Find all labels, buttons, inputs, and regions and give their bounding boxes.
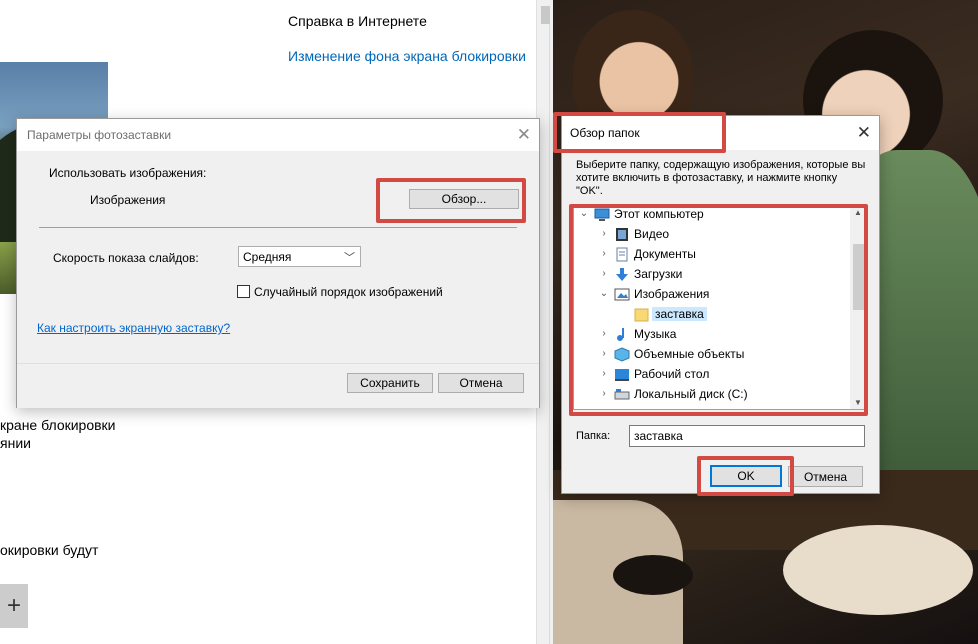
tree-node-desktop[interactable]: › Рабочий стол (598, 366, 843, 384)
tree-node-documents[interactable]: › Документы (598, 246, 843, 264)
tree-node-label: Изображения (634, 287, 710, 301)
folder-icon (634, 308, 649, 322)
folder-label: Папка: (576, 430, 611, 442)
slide-speed-select[interactable]: Средняя ﹀ (238, 246, 361, 267)
tree-node-3d-objects[interactable]: › Объемные объекты (598, 346, 843, 364)
separator (39, 227, 517, 228)
downloads-folder-icon (616, 268, 628, 281)
scroll-thumb[interactable] (853, 244, 864, 310)
save-button[interactable]: Сохранить (347, 373, 433, 393)
computer-icon (594, 208, 610, 221)
add-button[interactable]: + (0, 584, 28, 628)
settings-text-2: янии (0, 435, 31, 451)
tree-scrollbar[interactable]: ▲ ▼ (850, 206, 867, 409)
tree-node-video[interactable]: › Видео (598, 226, 843, 244)
expand-icon[interactable]: › (598, 368, 610, 379)
tree-node-pictures[interactable]: ⌄ Изображения (598, 286, 843, 304)
tree-node-label: заставка (652, 307, 707, 321)
cancel-button[interactable]: Отмена (788, 466, 863, 487)
expand-icon[interactable]: › (598, 328, 610, 339)
tree-node-local-disk[interactable]: › Локальный диск (C:) (598, 386, 843, 404)
browse-button[interactable]: Обзор... (409, 189, 519, 209)
tree-node-label: Документы (634, 247, 696, 261)
dialog-title: Обзор папок (570, 126, 640, 140)
change-lockscreen-link[interactable]: Изменение фона экрана блокировки (288, 48, 526, 64)
dialog-titlebar: Параметры фотозаставки ✕ (17, 119, 539, 151)
use-images-label: Использовать изображения: (49, 166, 207, 180)
folder-tree[interactable]: ⌄ Этот компьютер › Видео › Документы › З… (573, 205, 868, 410)
video-folder-icon (616, 228, 628, 241)
dialog-titlebar: Обзор папок ✕ (562, 116, 879, 150)
screensaver-settings-dialog: Параметры фотозаставки ✕ Использовать из… (16, 118, 540, 408)
folder-input[interactable]: заставка (629, 425, 865, 447)
shuffle-checkbox[interactable] (237, 285, 250, 298)
music-folder-icon (617, 328, 624, 341)
tree-node-label: Локальный диск (C:) (634, 387, 748, 401)
cancel-button[interactable]: Отмена (438, 373, 524, 393)
scroll-down-icon[interactable]: ▼ (854, 398, 862, 407)
tree-node-label: Музыка (634, 327, 677, 341)
slide-speed-value: Средняя (243, 250, 292, 264)
close-icon[interactable]: ✕ (857, 123, 871, 143)
browse-instructions: Выберите папку, содержащую изображения, … (576, 159, 866, 197)
expand-icon[interactable]: › (598, 228, 610, 239)
3d-objects-folder-icon (614, 347, 630, 362)
dialog-title: Параметры фотозаставки (27, 128, 172, 142)
tree-node-label: Этот компьютер (614, 207, 704, 221)
dialog-footer: Сохранить Отмена (17, 363, 539, 408)
expand-icon[interactable]: › (598, 248, 610, 259)
settings-text-1: крaне блокировки (0, 417, 116, 433)
tree-node-downloads[interactable]: › Загрузки (598, 266, 843, 284)
expand-icon[interactable]: › (598, 268, 610, 279)
screensaver-help-link[interactable]: Как настроить экранную заставку? (37, 321, 230, 335)
tree-node-label: Рабочий стол (634, 367, 710, 381)
collapse-icon[interactable]: ⌄ (578, 208, 590, 219)
desktop-folder-icon (615, 369, 629, 381)
slide-speed-label: Скорость показа слайдов: (53, 251, 199, 265)
scroll-up-icon[interactable]: ▲ (854, 208, 862, 217)
documents-folder-icon (616, 247, 628, 262)
chevron-down-icon: ﹀ (344, 252, 355, 264)
pictures-folder-icon (614, 288, 630, 301)
help-section-title: Справка в Интернете (288, 13, 427, 29)
tree-node-label: Загрузки (634, 267, 683, 281)
close-icon[interactable]: ✕ (517, 125, 531, 145)
tree-node-label: Объемные объекты (634, 347, 745, 361)
tree-node-label: Видео (634, 227, 670, 241)
collapse-icon[interactable]: ⌄ (598, 288, 610, 299)
browse-folder-dialog: Обзор папок ✕ Выберите папку, содержащую… (561, 115, 880, 494)
tree-node-this-pc[interactable]: ⌄ Этот компьютер (578, 206, 843, 224)
images-folder-value: Изображения (90, 193, 166, 207)
expand-icon[interactable]: › (598, 348, 610, 359)
ok-button[interactable]: OK (710, 465, 782, 487)
tree-node-zastavka[interactable]: заставка (618, 306, 843, 324)
drive-icon (614, 389, 630, 400)
tree-node-music[interactable]: › Музыка (598, 326, 843, 344)
settings-text-3: окировки будут (0, 542, 99, 558)
shuffle-label[interactable]: Случайный порядок изображений (254, 285, 443, 299)
expand-icon[interactable]: › (598, 388, 610, 399)
